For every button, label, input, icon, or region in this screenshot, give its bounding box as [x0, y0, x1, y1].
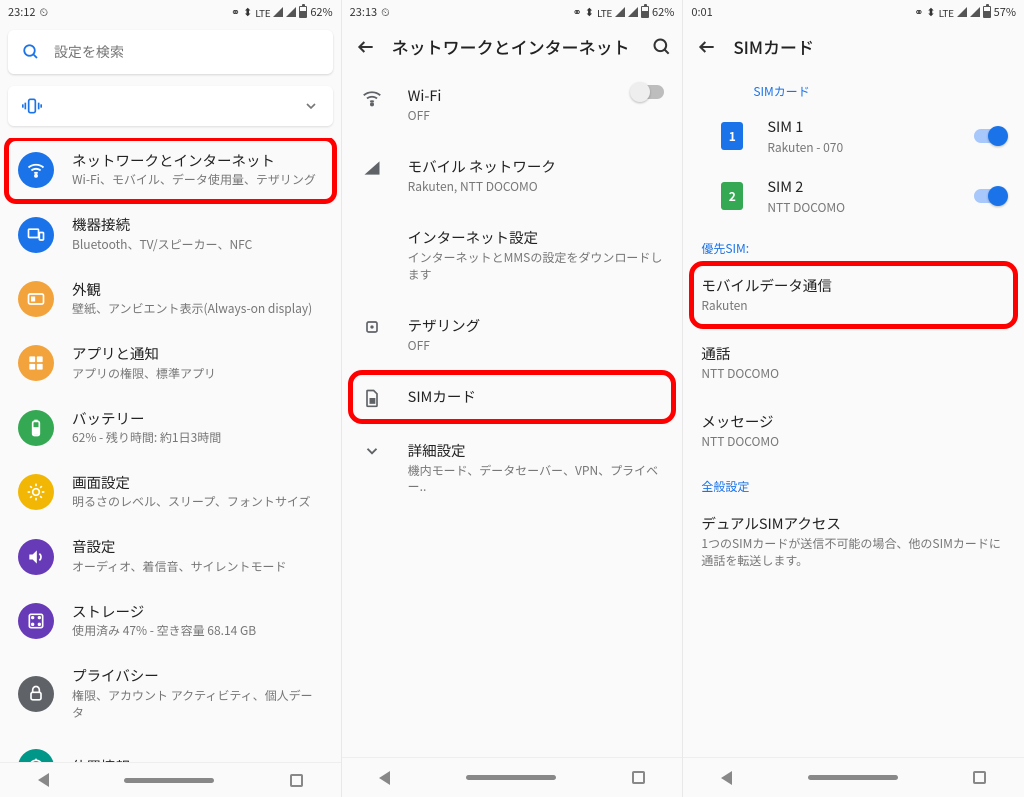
sim-slot-2[interactable]: 2 SIM 2NTT DOCOMO [683, 166, 1024, 226]
status-bar: 23:12⏲ ⚭ ⬍ LTE 62% [0, 0, 341, 24]
nav-recents-button[interactable] [632, 771, 645, 784]
wifi-toggle[interactable] [632, 85, 664, 99]
section-general: 全般設定 [683, 464, 1024, 499]
battery-pct: 62% [310, 4, 332, 20]
section-preferred-sim: 優先SIM: [683, 226, 1024, 261]
appearance-icon [18, 281, 54, 317]
search-icon [22, 43, 40, 61]
settings-item-privacy[interactable]: プライバシー権限、アカウント アクティビティ、個人データ [0, 653, 341, 734]
nav-home-button[interactable] [808, 775, 898, 780]
wifi-icon [360, 87, 384, 109]
settings-item-appearance[interactable]: 外観壁紙、アンビエント表示(Always-on display) [0, 267, 341, 331]
wifi-icon [18, 152, 54, 188]
battery-icon-row [18, 410, 54, 446]
settings-item-title: ネットワークとインターネット [72, 152, 316, 169]
devices-icon [18, 217, 54, 253]
data-icon: ⬍ [926, 4, 935, 20]
nav-back-button[interactable] [721, 771, 732, 785]
nav-recents-button[interactable] [973, 771, 986, 784]
sound-icon [18, 539, 54, 575]
network-item-internet-settings[interactable]: インターネット設定インターネットとMMSの設定をダウンロードします [342, 211, 683, 298]
settings-item-subtitle: Wi-Fi、モバイル、データ使用量、テザリング [72, 171, 316, 188]
preferred-calls[interactable]: 通話 NTT DOCOMO [683, 329, 1024, 397]
status-bar: 23:13⏲ ⚭ ⬍ LTE 62% [342, 0, 683, 24]
settings-item-storage[interactable]: ストレージ使用済み 47% - 空き容量 68.14 GB [0, 589, 341, 653]
section-sim-cards: SIMカード [683, 69, 1024, 106]
sim2-toggle[interactable] [974, 189, 1006, 203]
status-bar: 0:01 ⚭ ⬍ LTE 57% [683, 0, 1024, 24]
alarm-icon: ⏲ [39, 4, 48, 20]
settings-main-panel: 23:12⏲ ⚭ ⬍ LTE 62% 設定を検索 [0, 0, 342, 797]
chevron-down-icon [360, 442, 384, 460]
vowifi-icon: ⚭ [231, 4, 240, 20]
sim1-toggle[interactable] [974, 129, 1006, 143]
battery-icon [299, 6, 307, 18]
data-icon: ⬍ [243, 4, 252, 20]
page-title: SIMカード [733, 34, 1014, 59]
sim2-chip-icon: 2 [721, 182, 743, 210]
settings-item-sound[interactable]: 音設定オーディオ、着信音、サイレントモード [0, 524, 341, 588]
network-item-advanced[interactable]: 詳細設定機内モード、データセーバー、VPN、プライベー.. [342, 424, 683, 511]
nav-home-button[interactable] [124, 778, 214, 783]
brightness-icon [18, 474, 54, 510]
signal-icon-2 [286, 7, 296, 17]
dual-sim-access[interactable]: デュアルSIMアクセス 1つのSIMカードが送信不可能の場合、他のSIMカードに… [683, 499, 1024, 584]
nav-back-button[interactable] [38, 773, 49, 787]
location-icon [18, 749, 54, 763]
preferred-messages[interactable]: メッセージ NTT DOCOMO [683, 397, 1024, 465]
vibrate-icon [22, 96, 42, 116]
search-placeholder: 設定を検索 [54, 42, 124, 62]
clock: 0:01 [691, 4, 712, 20]
page-title: ネットワークとインターネット [392, 34, 637, 59]
vowifi-icon: ⚭ [914, 4, 923, 20]
settings-item-battery[interactable]: バッテリー62% - 残り時間: 約1日3時間 [0, 396, 341, 460]
network-item-mobile[interactable]: モバイル ネットワークRakuten, NTT DOCOMO [342, 140, 683, 211]
privacy-icon [18, 676, 54, 712]
network-item-tethering[interactable]: テザリングOFF [342, 299, 683, 370]
preferred-data[interactable]: モバイルデータ通信 Rakuten [683, 261, 1024, 329]
nav-home-button[interactable] [466, 775, 556, 780]
navigation-bar [0, 762, 341, 797]
settings-item-apps[interactable]: アプリと通知アプリの権限、標準アプリ [0, 331, 341, 395]
navigation-bar [342, 757, 683, 797]
sim1-chip-icon: 1 [721, 122, 743, 150]
search-settings[interactable]: 設定を検索 [8, 30, 333, 74]
signal-icon [273, 7, 283, 17]
settings-item-connected[interactable]: 機器接続Bluetooth、TV/スピーカー、NFC [0, 202, 341, 266]
sim-icon [360, 388, 384, 408]
settings-item-network[interactable]: ネットワークとインターネット Wi-Fi、モバイル、データ使用量、テザリング [0, 138, 341, 202]
hotspot-icon [360, 317, 384, 337]
back-button[interactable] [356, 37, 376, 57]
app-bar: SIMカード [683, 24, 1024, 69]
alarm-icon: ⏲ [381, 4, 390, 20]
net-label: LTE [255, 5, 270, 20]
app-bar: ネットワークとインターネット [342, 24, 683, 69]
signal-icon [360, 158, 384, 178]
nav-recents-button[interactable] [290, 774, 303, 787]
clock: 23:13 [350, 4, 377, 20]
chevron-down-icon [303, 98, 319, 114]
clock: 23:12 [8, 4, 35, 20]
storage-icon [18, 603, 54, 639]
network-panel: 23:13⏲ ⚭ ⬍ LTE 62% ネットワークとインターネット Wi-F [342, 0, 684, 797]
sim-slot-1[interactable]: 1 SIM 1Rakuten - 070 [683, 106, 1024, 166]
navigation-bar [683, 757, 1024, 797]
data-icon: ⬍ [585, 4, 594, 20]
search-icon[interactable] [652, 37, 672, 57]
apps-icon [18, 345, 54, 381]
nav-back-button[interactable] [379, 771, 390, 785]
back-button[interactable] [697, 37, 717, 57]
network-item-wifi[interactable]: Wi-FiOFF [342, 69, 683, 140]
settings-item-display[interactable]: 画面設定明るさのレベル、スリープ、フォントサイズ [0, 460, 341, 524]
sim-panel: 0:01 ⚭ ⬍ LTE 57% SIMカード SIMカード 1 SIM 1Ra… [683, 0, 1024, 797]
vowifi-icon: ⚭ [573, 4, 582, 20]
settings-item-location[interactable]: 位置情報 [0, 735, 341, 763]
sound-output-selector[interactable] [8, 86, 333, 126]
network-item-sim[interactable]: SIMカード [342, 370, 683, 424]
